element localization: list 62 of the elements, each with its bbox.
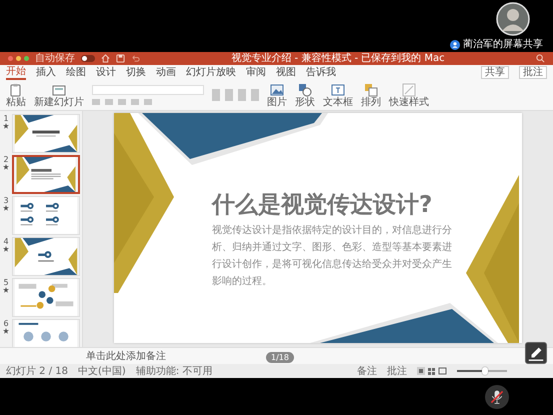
window-controls-icon[interactable]: [8, 56, 29, 61]
slide-number: 1: [3, 114, 9, 123]
slide-body-text: 视觉传达设计是指依据特定的设计目的，对信息进行分析、归纳并通过文字、图形、色彩、造型等基本要素进行设计创作，是将可视化信息传达给受众并对受众产生影响的过程。: [212, 224, 452, 289]
shapes-icon: [298, 82, 312, 96]
microphone-icon: [489, 388, 505, 404]
save-icon[interactable]: [116, 54, 125, 63]
microphone-button[interactable]: [485, 384, 509, 408]
screen-share-label: 蔺治军的屏幕共享: [463, 39, 543, 50]
notes-button[interactable]: 备注: [357, 364, 377, 378]
star-icon: [3, 328, 9, 334]
ribbon-tab[interactable]: 切换: [126, 66, 146, 78]
ribbon-button[interactable]: 快速样式: [389, 82, 429, 108]
slide-number: 5: [3, 278, 9, 287]
text-box-icon: [331, 82, 345, 96]
ribbon-tab[interactable]: 幻灯片放映: [186, 66, 236, 78]
home-icon[interactable]: [101, 54, 110, 63]
image-icon: [270, 82, 284, 96]
ribbon-tab[interactable]: 动画: [156, 66, 176, 78]
arrange-icon: [364, 82, 378, 96]
autosave-label: 自动保存: [35, 53, 75, 64]
font-name-field[interactable]: [92, 85, 204, 95]
star-icon: [3, 123, 9, 129]
slide-icon: [52, 82, 66, 96]
status-text: 幻灯片 2 / 18: [6, 364, 68, 378]
ribbon-button[interactable]: 排列: [361, 82, 381, 108]
status-text: 辅助功能: 不可用: [136, 364, 212, 378]
star-icon: [3, 287, 9, 293]
status-text: 中文(中国): [78, 364, 126, 378]
ribbon-button[interactable]: 形状: [295, 82, 315, 108]
slide-number: 3: [3, 196, 9, 205]
autosave-toggle[interactable]: [81, 55, 95, 62]
header-button[interactable]: 共享: [481, 66, 509, 79]
ribbon-tab[interactable]: 审阅: [246, 66, 266, 78]
style-icon: [402, 82, 416, 96]
avatar: [496, 2, 530, 36]
clipboard-icon: [9, 82, 23, 96]
slide-number: 4: [3, 237, 9, 246]
slide-number: 2: [3, 155, 9, 164]
header-button[interactable]: 批注: [519, 66, 547, 79]
ribbon-tab[interactable]: 视图: [276, 66, 296, 78]
star-icon: [3, 246, 9, 252]
slide-thumbnail[interactable]: [12, 155, 80, 194]
slide-title: 什么是视觉传达设计?: [212, 191, 434, 219]
slide-number: 6: [3, 319, 9, 328]
ribbon-tab[interactable]: 告诉我: [306, 66, 336, 78]
star-icon: [3, 164, 9, 170]
page-indicator: 1/18: [266, 352, 294, 363]
view-icon[interactable]: [417, 367, 447, 375]
comments-button[interactable]: 批注: [387, 364, 407, 378]
ribbon-tab[interactable]: 设计: [96, 66, 116, 78]
window-title: 视觉专业介绍 - 兼容性模式 - 已保存到我的 Mac: [230, 53, 446, 64]
notes-placeholder[interactable]: 单击此处添加备注: [86, 349, 166, 363]
ribbon-tab[interactable]: 绘图: [66, 66, 86, 78]
star-icon: [3, 205, 9, 211]
annotate-button[interactable]: [525, 342, 547, 364]
search-icon[interactable]: [536, 54, 545, 63]
ribbon-button[interactable]: 图片: [267, 82, 287, 108]
ribbon-button[interactable]: 文本框: [323, 82, 353, 108]
ribbon-button[interactable]: 粘贴: [6, 82, 26, 108]
person-icon: [450, 40, 460, 50]
ribbon-tab[interactable]: 插入: [36, 66, 56, 78]
ribbon-button[interactable]: 新建幻灯片: [34, 82, 84, 108]
